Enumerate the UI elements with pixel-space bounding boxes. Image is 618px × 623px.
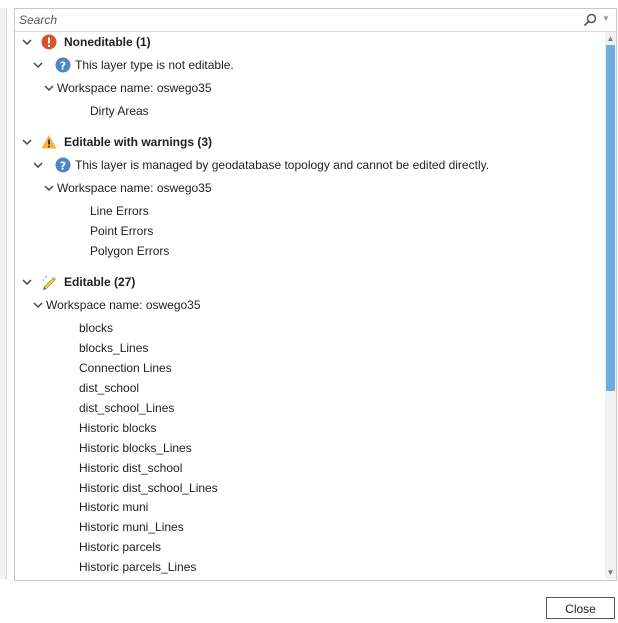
search-icon[interactable] (583, 13, 597, 27)
vertical-scrollbar[interactable]: ▲ ▼ (605, 32, 616, 579)
chevron-down-icon[interactable] (44, 83, 54, 93)
chevron-down-icon[interactable] (22, 37, 32, 47)
layer-item[interactable]: blocks_Lines (79, 338, 148, 358)
group-label: Editable with warnings (3) (64, 135, 213, 149)
group-label: Editable (27) (64, 275, 136, 289)
chevron-down-icon[interactable] (44, 183, 54, 193)
scroll-up-arrow-icon[interactable]: ▲ (606, 34, 615, 43)
reason-label: This layer type is not editable. (75, 58, 234, 72)
layer-item[interactable]: dist_school_Lines (79, 398, 174, 418)
window-left-edge (0, 8, 7, 579)
workspace-node[interactable]: Workspace name: oswego35 (15, 178, 595, 198)
pencil-icon (42, 276, 56, 290)
layer-item[interactable]: Connection Lines (79, 358, 172, 378)
svg-text:?: ? (60, 160, 66, 173)
group-editable[interactable]: Editable (27) (15, 272, 595, 292)
warning-icon (41, 135, 57, 149)
error-icon (41, 34, 57, 50)
svg-text:?: ? (60, 60, 66, 73)
info-icon: ? (55, 157, 71, 173)
layer-item[interactable]: Historic dist_school_Lines (79, 478, 218, 498)
scrollbar-thumb[interactable] (606, 45, 615, 391)
layer-item[interactable]: Historic blocks (79, 418, 156, 438)
group-label: Noneditable (1) (64, 35, 151, 49)
chevron-down-icon[interactable] (22, 277, 32, 287)
scroll-down-arrow-icon[interactable]: ▼ (606, 568, 615, 577)
layer-item[interactable]: Dirty Areas (90, 101, 149, 121)
layer-item[interactable]: blocks (79, 318, 113, 338)
layer-item[interactable]: Historic muni (79, 497, 148, 517)
search-options-chevron-icon[interactable]: ▼ (602, 14, 610, 23)
layer-tree: Noneditable (1) ? This layer type is not… (15, 32, 605, 579)
search-box: ▼ (15, 9, 616, 32)
group-editable-with-warnings[interactable]: Editable with warnings (3) (15, 132, 595, 152)
workspace-label: Workspace name: oswego35 (46, 298, 201, 312)
layer-item[interactable]: dist_school (79, 378, 139, 398)
layer-item[interactable]: Polygon Errors (90, 241, 169, 261)
chevron-down-icon[interactable] (33, 60, 43, 70)
reason-node[interactable]: ? This layer is managed by geodatabase t… (15, 155, 595, 175)
close-button[interactable]: Close (546, 597, 615, 619)
group-noneditable[interactable]: Noneditable (1) (15, 32, 595, 52)
reason-label: This layer is managed by geodatabase top… (75, 158, 490, 172)
layer-item[interactable]: Point Errors (90, 221, 153, 241)
editability-panel: ▼ Noneditable (1) ? This layer type is n… (14, 8, 617, 581)
layer-item[interactable]: Historic blocks_Lines (79, 438, 192, 458)
layer-item[interactable]: Historic parcels_Lines (79, 557, 196, 577)
workspace-node[interactable]: Workspace name: oswego35 (15, 295, 595, 315)
layer-item[interactable]: Line Errors (90, 201, 149, 221)
chevron-down-icon[interactable] (33, 160, 43, 170)
reason-node[interactable]: ? This layer type is not editable. (15, 55, 595, 75)
layer-item[interactable]: Historic dist_school (79, 458, 182, 478)
layer-item[interactable]: Historic parcels (79, 537, 161, 557)
search-input[interactable] (19, 11, 579, 29)
workspace-label: Workspace name: oswego35 (57, 81, 212, 95)
workspace-label: Workspace name: oswego35 (57, 181, 212, 195)
chevron-down-icon[interactable] (33, 300, 43, 310)
chevron-down-icon[interactable] (22, 137, 32, 147)
workspace-node[interactable]: Workspace name: oswego35 (15, 78, 595, 98)
info-icon: ? (55, 57, 71, 73)
layer-item[interactable]: Historic muni_Lines (79, 517, 184, 537)
